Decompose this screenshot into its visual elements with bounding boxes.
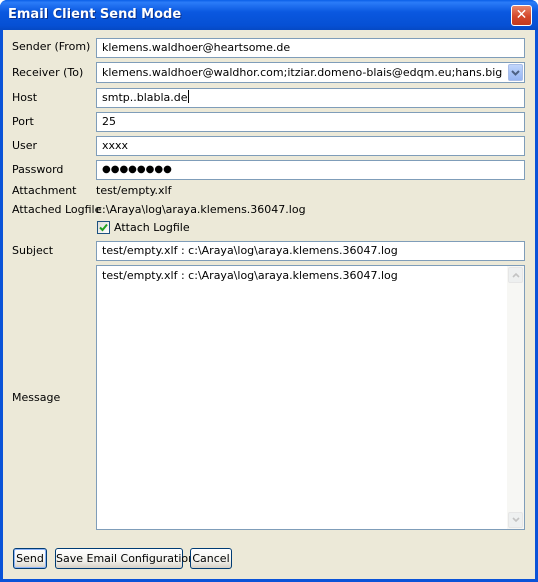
message-text[interactable]: test/empty.xlf : c:\Araya\log\araya.klem… [102, 269, 502, 283]
receiver-combobox[interactable]: klemens.waldhoer@waldhor.com;itziar.dome… [96, 62, 525, 83]
subject-label: Subject [12, 244, 54, 257]
receiver-value[interactable]: klemens.waldhoer@waldhor.com;itziar.dome… [102, 63, 502, 82]
scroll-down-button[interactable] [508, 512, 523, 528]
text-caret [187, 90, 189, 103]
port-label: Port [12, 115, 34, 128]
email-send-dialog: Email Client Send Mode ✕ Sender (From) k… [0, 0, 538, 582]
scroll-up-icon [512, 272, 520, 278]
send-button[interactable]: Send [13, 548, 47, 569]
message-scrollbar[interactable] [507, 266, 524, 529]
user-label: User [12, 139, 38, 152]
password-input[interactable]: ●●●●●●●● [96, 160, 525, 180]
check-icon [99, 223, 108, 232]
attach-logfile-checkbox[interactable] [97, 221, 110, 234]
close-button[interactable]: ✕ [511, 5, 532, 26]
receiver-dropdown-button[interactable] [508, 64, 523, 81]
message-textarea[interactable]: test/empty.xlf : c:\Araya\log\araya.klem… [96, 265, 525, 530]
host-input[interactable]: smtp..blabla.de [96, 88, 525, 108]
close-icon: ✕ [515, 7, 528, 23]
chevron-down-icon [511, 70, 520, 76]
sender-input[interactable]: klemens.waldhoer@heartsome.de [96, 38, 525, 58]
port-input[interactable]: 25 [96, 112, 525, 132]
title-bar[interactable]: Email Client Send Mode ✕ [0, 0, 538, 30]
window-title: Email Client Send Mode [8, 7, 182, 22]
scroll-up-button[interactable] [508, 267, 523, 283]
dialog-body: Sender (From) klemens.waldhoer@heartsome… [3, 30, 535, 579]
user-input[interactable]: xxxx [96, 136, 525, 156]
attachment-label: Attachment [12, 184, 77, 197]
receiver-label: Receiver (To) [12, 66, 84, 79]
subject-input[interactable]: test/empty.xlf : c:\Araya\log\araya.klem… [96, 241, 525, 261]
password-label: Password [12, 163, 64, 176]
attachment-value: test/empty.xlf [96, 184, 172, 197]
logfile-label: Attached Logfile [12, 203, 102, 216]
sender-label: Sender (From) [12, 40, 91, 53]
message-label: Message [12, 391, 61, 404]
save-email-configuration-button[interactable]: Save Email Configuration [55, 548, 195, 569]
host-label: Host [12, 91, 38, 104]
host-value: smtp..blabla.de [102, 91, 188, 104]
logfile-value: c:\Araya\log\araya.klemens.36047.log [96, 203, 306, 216]
cancel-button[interactable]: Cancel [190, 548, 232, 569]
scroll-down-icon [512, 517, 520, 523]
attach-logfile-label[interactable]: Attach Logfile [114, 220, 190, 236]
